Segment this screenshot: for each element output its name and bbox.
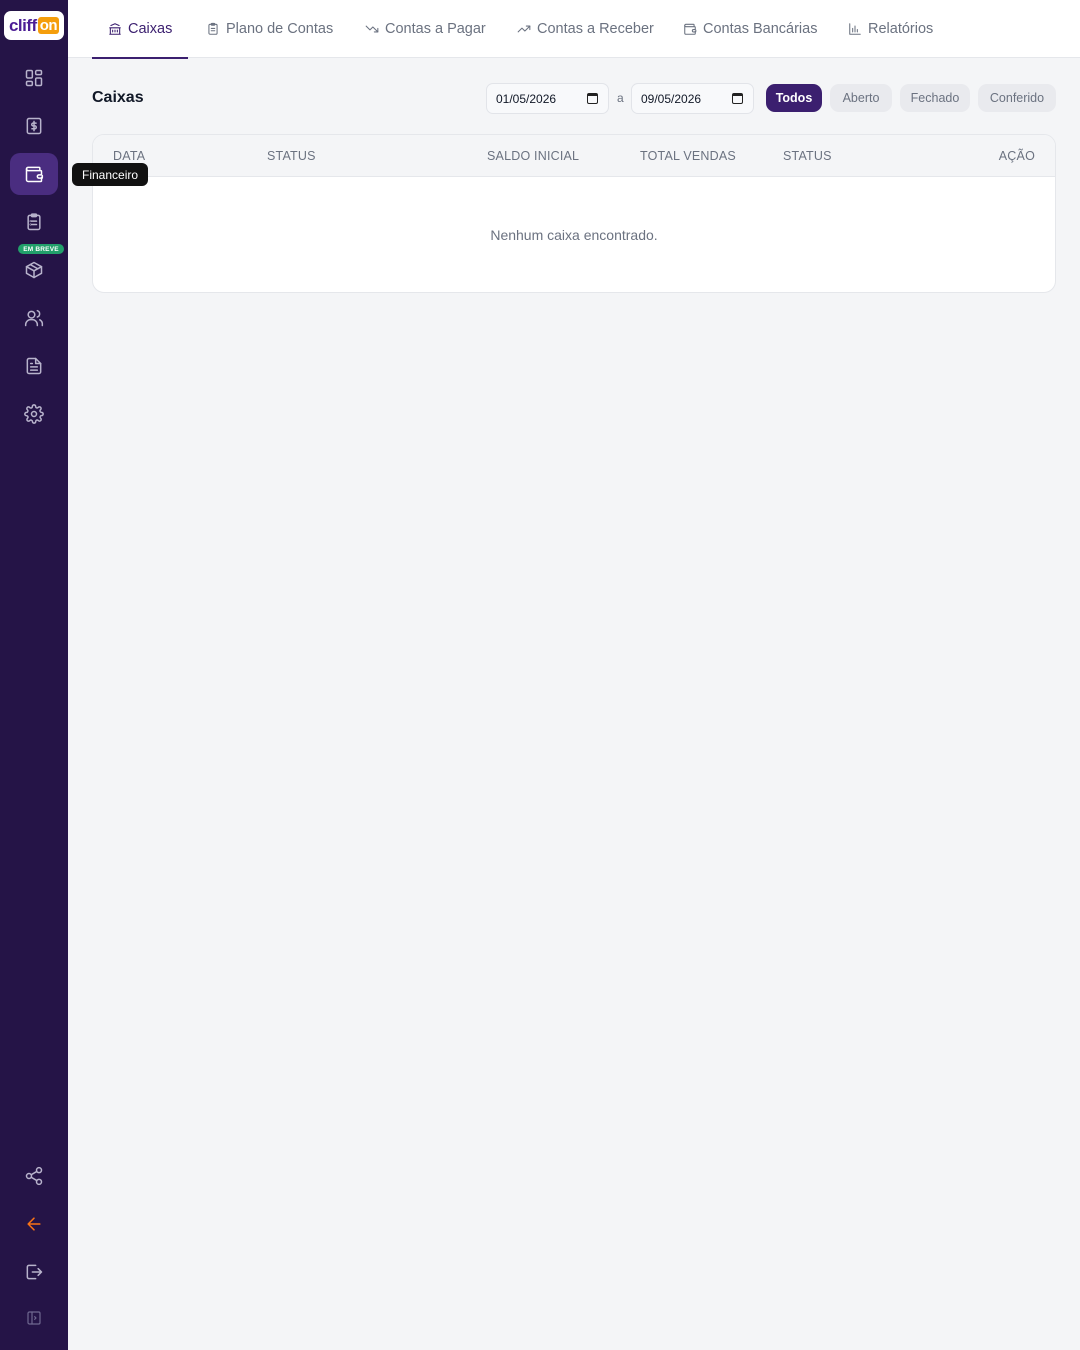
table-header: DATA STATUS SALDO INICIAL TOTAL VENDAS S… — [93, 135, 1055, 177]
gear-icon — [24, 404, 44, 424]
sidebar-item-dashboard[interactable] — [10, 57, 58, 99]
column-header-acao: AÇÃO — [998, 149, 1035, 163]
filter-aberto-button[interactable]: Aberto — [830, 84, 892, 112]
dashboard-icon — [25, 69, 43, 87]
filter-conferido-button[interactable]: Conferido — [978, 84, 1056, 112]
tab-caixas[interactable]: Caixas — [91, 0, 189, 59]
package-icon — [25, 261, 43, 279]
calendar-icon[interactable] — [732, 93, 743, 104]
wallet-icon — [684, 23, 697, 35]
sidebar-item-clientes[interactable] — [10, 297, 58, 339]
column-header-data: DATA — [113, 149, 146, 163]
caixas-table: DATA STATUS SALDO INICIAL TOTAL VENDAS S… — [92, 134, 1056, 293]
users-icon — [24, 309, 44, 327]
logout-icon — [26, 1264, 43, 1280]
sidebar: cliff on Financeiro EM BREVE — [0, 0, 149, 1350]
filter-fechado-button[interactable]: Fechado — [900, 84, 970, 112]
bar-chart-icon — [849, 23, 861, 35]
tooltip-financeiro: Financeiro — [72, 163, 149, 186]
column-header-status: STATUS — [267, 149, 316, 163]
sidebar-toggle-icon — [27, 1311, 41, 1325]
date-to-input[interactable]: 09/05/2026 — [631, 83, 754, 114]
column-header-saldo-inicial: SALDO INICIAL — [487, 149, 580, 163]
empty-state-message: Nenhum caixa encontrado. — [490, 227, 658, 243]
sidebar-item-estoque[interactable] — [10, 249, 58, 291]
dollar-receipt-icon — [26, 117, 42, 135]
tab-relatorios[interactable]: Relatórios — [848, 0, 933, 58]
sidebar-item-financeiro[interactable] — [10, 153, 58, 195]
share-icon — [25, 1166, 43, 1186]
arrow-left-icon — [27, 1217, 41, 1231]
sidebar-item-share[interactable] — [10, 1155, 58, 1197]
cliffon-logo[interactable]: cliff on — [4, 11, 64, 40]
sidebar-item-collapse[interactable] — [10, 1297, 58, 1339]
calendar-icon[interactable] — [587, 93, 598, 104]
tab-contas-bancarias[interactable]: Contas Bancárias — [683, 0, 817, 58]
top-tabs-bar: Caixas Plano de Contas Contas a Pagar Co… — [68, 0, 1080, 59]
page-title: Caixas — [92, 89, 144, 106]
sidebar-item-documentos[interactable] — [10, 345, 58, 387]
sidebar-item-pedidos[interactable] — [10, 201, 58, 243]
tab-plano-de-contas[interactable]: Plano de Contas — [206, 0, 333, 58]
clipboard-list-icon — [27, 213, 41, 231]
date-from-input[interactable]: 01/05/2026 — [486, 83, 609, 114]
tab-contas-a-pagar[interactable]: Contas a Pagar — [365, 0, 486, 58]
sidebar-item-back[interactable] — [10, 1203, 58, 1245]
column-header-total-vendas: TOTAL VENDAS — [640, 149, 736, 163]
sidebar-item-configuracoes[interactable] — [10, 393, 58, 435]
filter-todos-button[interactable]: Todos — [766, 84, 822, 112]
tab-contas-a-receber[interactable]: Contas a Receber — [517, 0, 654, 58]
document-icon — [26, 357, 42, 375]
sidebar-item-logout[interactable] — [10, 1251, 58, 1293]
sidebar-item-vendas[interactable] — [10, 105, 58, 147]
bank-icon — [109, 23, 121, 35]
trending-up-icon — [517, 25, 531, 33]
column-header-status-2: STATUS — [783, 149, 832, 163]
clipboard-icon — [208, 22, 218, 35]
date-range-separator: a — [617, 91, 624, 105]
trending-down-icon — [365, 25, 379, 33]
wallet-icon — [25, 166, 44, 183]
